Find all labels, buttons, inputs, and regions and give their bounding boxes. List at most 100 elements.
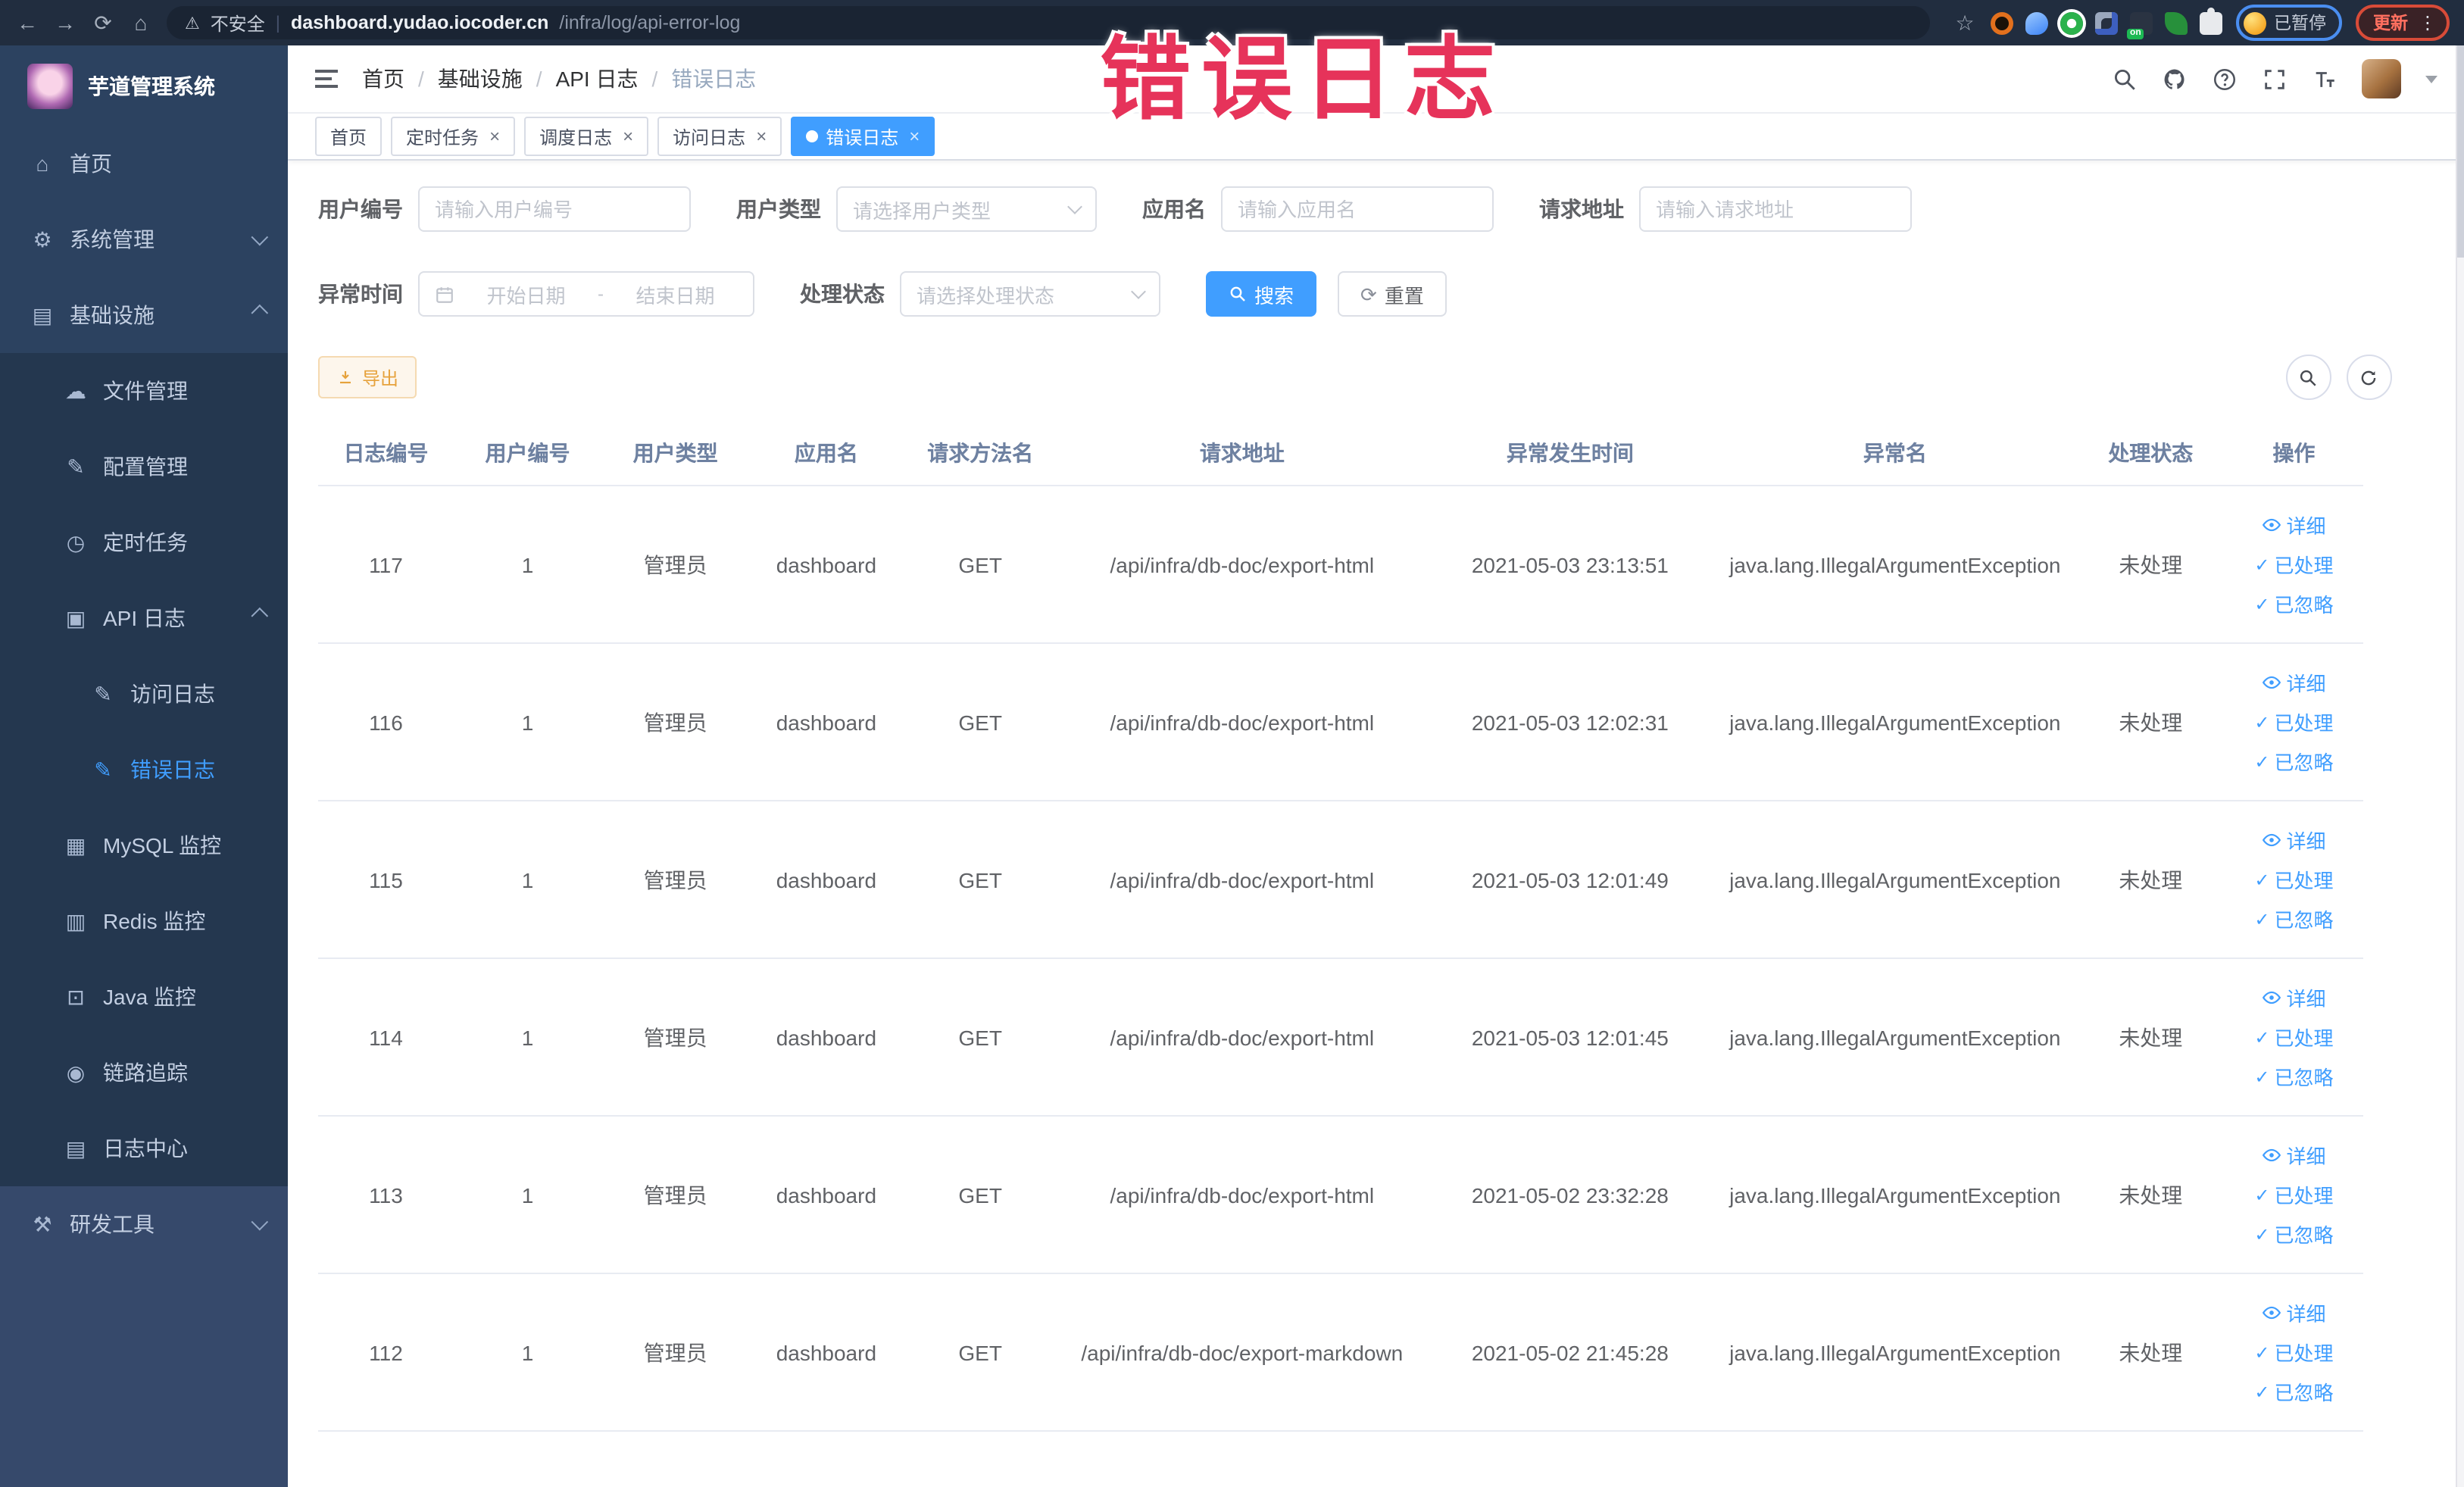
request-url-input[interactable]	[1639, 186, 1912, 232]
breadcrumb-item[interactable]: 首页	[362, 64, 404, 94]
menu-fold-icon[interactable]	[315, 70, 338, 88]
toggle-search-button[interactable]	[2285, 355, 2331, 400]
security-label[interactable]: 不安全	[211, 10, 265, 36]
table-toolbar: 导出	[318, 355, 2434, 400]
close-icon[interactable]: ×	[909, 127, 920, 145]
sidebar-item-home[interactable]: ⌂ 首页	[0, 126, 288, 201]
reset-button[interactable]: ⟳ 重置	[1338, 271, 1447, 317]
user-avatar[interactable]	[2361, 59, 2400, 98]
puzzle-extension-icon[interactable]	[2200, 7, 2222, 34]
export-button[interactable]: 导出	[318, 356, 417, 398]
sidebar-item-access-log[interactable]: ✎ 访问日志	[0, 656, 288, 732]
scrollbar-thumb[interactable]	[2456, 45, 2464, 258]
action-link-processed[interactable]: ✓ 已处理	[2254, 1023, 2333, 1051]
action-link-detail[interactable]: 详细	[2262, 826, 2325, 854]
action-label: 已处理	[2274, 870, 2334, 892]
back-icon[interactable]: ←	[15, 12, 39, 33]
reload-icon[interactable]: ⟳	[91, 12, 115, 33]
app-name-input[interactable]	[1221, 186, 1494, 232]
action-link-processed[interactable]: ✓ 已处理	[2254, 865, 2333, 894]
action-link-ignored[interactable]: ✓ 已忽略	[2254, 589, 2333, 618]
profile-paused-badge[interactable]: 已暂停	[2236, 5, 2341, 41]
tab-调度日志[interactable]: 调度日志 ×	[524, 117, 649, 156]
breadcrumb-item[interactable]: API 日志	[556, 64, 639, 94]
cell-app_name: dashboard	[749, 643, 904, 801]
scrollbar[interactable]	[2455, 45, 2464, 1487]
cell-method: GET	[903, 1116, 1057, 1274]
fullscreen-icon[interactable]	[2261, 66, 2287, 92]
refresh-table-button[interactable]	[2346, 355, 2391, 400]
bookmark-star-icon[interactable]: ☆	[1953, 12, 1977, 33]
action-link-ignored[interactable]: ✓ 已忽略	[2254, 747, 2333, 776]
help-icon[interactable]	[2211, 66, 2237, 92]
green-v-extension-icon[interactable]	[2060, 11, 2083, 34]
action-link-detail[interactable]: 详细	[2262, 1298, 2325, 1327]
sidebar-item-log-center[interactable]: ▤ 日志中心	[0, 1111, 288, 1186]
sidebar-item-java-monitor[interactable]: ⊡ Java 监控	[0, 959, 288, 1035]
check-icon: ✓	[2254, 711, 2270, 733]
eye-icon	[2262, 830, 2281, 850]
action-link-ignored[interactable]: ✓ 已忽略	[2254, 1220, 2333, 1248]
action-link-detail[interactable]: 详细	[2262, 983, 2325, 1012]
tab-首页[interactable]: 首页	[315, 117, 383, 156]
user-type-select[interactable]: 请选择用户类型	[836, 186, 1097, 232]
user-id-input[interactable]	[418, 186, 691, 232]
sidebar-item-label: 链路追踪	[103, 1061, 188, 1085]
tab-访问日志[interactable]: 访问日志 ×	[657, 117, 782, 156]
sidebar-item-config-manage[interactable]: ✎ 配置管理	[0, 429, 288, 505]
cell-log_id: 113	[318, 1116, 454, 1274]
sidebar-item-file-manage[interactable]: ☁ 文件管理	[0, 353, 288, 429]
process-status-select[interactable]: 请选择处理状态	[900, 271, 1160, 317]
action-link-detail[interactable]: 详细	[2262, 511, 2325, 539]
chevron-down-icon	[1131, 284, 1146, 299]
chevron-icon	[251, 607, 269, 625]
home-icon[interactable]: ⌂	[129, 12, 153, 33]
action-link-processed[interactable]: ✓ 已处理	[2254, 550, 2333, 579]
action-link-processed[interactable]: ✓ 已处理	[2254, 1338, 2333, 1367]
user-menu-caret-icon[interactable]	[2425, 75, 2437, 83]
action-link-detail[interactable]: 详细	[2262, 668, 2325, 697]
url-bar[interactable]: ⚠ 不安全 | dashboard.yudao.iocoder.cn /infr…	[167, 6, 1930, 39]
breadcrumb-item[interactable]: 基础设施	[438, 64, 523, 94]
paused-label: 已暂停	[2274, 15, 2326, 33]
tab-错误日志[interactable]: 错误日志 ×	[791, 117, 935, 156]
sidebar-item-redis-monitor[interactable]: ▥ Redis 监控	[0, 883, 288, 959]
sidebar-item-scheduled-task[interactable]: ◷ 定时任务	[0, 505, 288, 580]
action-label: 已忽略	[2274, 1067, 2334, 1089]
action-link-ignored[interactable]: ✓ 已忽略	[2254, 904, 2333, 933]
github-icon[interactable]	[2161, 66, 2187, 92]
sidebar-item-error-log[interactable]: ✎ 错误日志	[0, 732, 288, 808]
adblock-extension-icon[interactable]	[1991, 11, 2013, 34]
font-size-icon[interactable]	[2311, 66, 2337, 92]
action-link-ignored[interactable]: ✓ 已忽略	[2254, 1377, 2333, 1406]
sidebar-item-tracing[interactable]: ◉ 链路追踪	[0, 1035, 288, 1111]
forward-icon[interactable]: →	[53, 12, 77, 33]
sidebar-item-label: 访问日志	[130, 682, 215, 706]
action-label: 详细	[2286, 1145, 2326, 1168]
action-link-detail[interactable]: 详细	[2262, 1141, 2325, 1170]
close-icon[interactable]: ×	[623, 127, 633, 145]
search-button[interactable]: 搜索	[1206, 271, 1317, 317]
action-link-processed[interactable]: ✓ 已处理	[2254, 708, 2333, 736]
sidebar-item-api-log[interactable]: ▣ API 日志	[0, 580, 288, 656]
proxy-extension-icon[interactable]: on	[2127, 11, 2153, 39]
tab-定时任务[interactable]: 定时任务 ×	[391, 117, 516, 156]
browser-menu-icon[interactable]: ⋮	[2419, 14, 2437, 32]
action-link-processed[interactable]: ✓ 已处理	[2254, 1180, 2333, 1209]
search-icon[interactable]	[2111, 66, 2137, 92]
leaf-extension-icon[interactable]	[2165, 11, 2188, 34]
column-header: 异常名	[1713, 421, 2077, 486]
shield-extension-icon[interactable]	[2025, 11, 2048, 34]
sidebar-item-infrastructure[interactable]: ▤ 基础设施	[0, 277, 288, 353]
exception-time-range-picker[interactable]: 开始日期 - 结束日期	[418, 271, 754, 317]
column-header: 操作	[2224, 421, 2363, 486]
sidebar-item-dev-tools[interactable]: ⚒ 研发工具	[0, 1186, 288, 1262]
close-icon[interactable]: ×	[756, 127, 767, 145]
grid-extension-icon[interactable]	[2095, 11, 2118, 34]
sidebar-item-mysql-monitor[interactable]: ▦ MySQL 监控	[0, 808, 288, 883]
close-icon[interactable]: ×	[489, 127, 500, 145]
action-link-ignored[interactable]: ✓ 已忽略	[2254, 1062, 2333, 1091]
chevron-icon	[251, 304, 269, 322]
browser-update-button[interactable]: 更新 ⋮	[2355, 5, 2449, 41]
sidebar-item-system-manage[interactable]: ⚙ 系统管理	[0, 201, 288, 277]
